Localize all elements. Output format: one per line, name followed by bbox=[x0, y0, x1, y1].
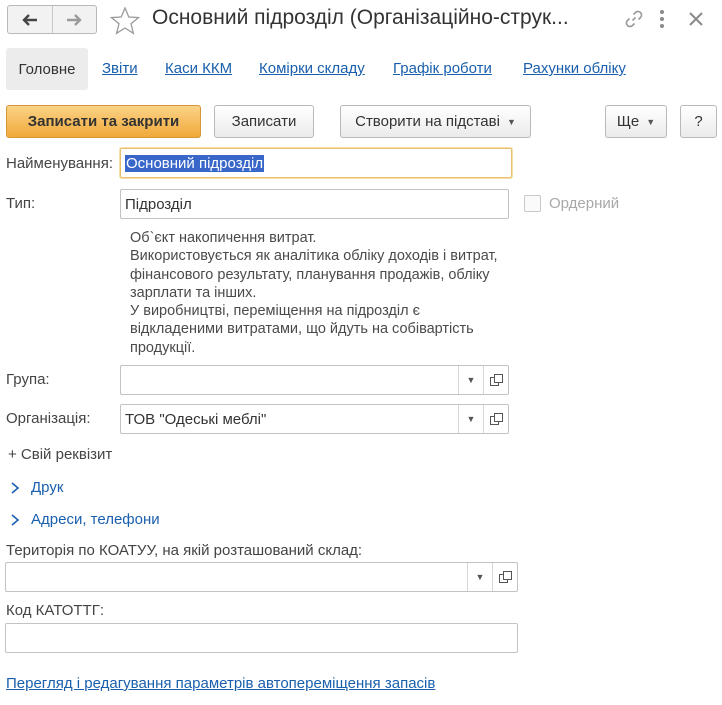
save-label: Записати bbox=[231, 113, 297, 130]
more-button[interactable]: Ще ▼ bbox=[605, 105, 667, 138]
favorite-button[interactable] bbox=[109, 6, 141, 39]
create-based-on-button[interactable]: Створити на підставі ▼ bbox=[340, 105, 531, 138]
open-window-icon bbox=[498, 570, 512, 583]
help-button[interactable]: ? bbox=[680, 105, 717, 138]
back-button[interactable] bbox=[8, 6, 52, 33]
print-section-label: Друк bbox=[31, 479, 64, 496]
arrow-right-icon bbox=[67, 13, 82, 26]
more-label: Ще bbox=[616, 113, 640, 130]
type-label: Тип: bbox=[6, 195, 36, 212]
close-icon bbox=[689, 12, 703, 26]
arrow-left-icon bbox=[22, 13, 37, 26]
addresses-section-toggle[interactable]: Адреси, телефони bbox=[10, 511, 160, 528]
more-vertical-button[interactable] bbox=[657, 8, 667, 33]
chevron-down-icon: ▼ bbox=[646, 116, 656, 127]
chevron-down-icon: ▼ bbox=[466, 414, 476, 424]
chevron-right-icon bbox=[11, 481, 20, 494]
koatuu-field[interactable]: ▼ bbox=[5, 562, 518, 592]
save-and-close-label: Записати та закрити bbox=[27, 113, 180, 130]
forward-button[interactable] bbox=[51, 6, 97, 33]
organization-open-button[interactable] bbox=[483, 405, 508, 433]
chevron-down-icon: ▼ bbox=[506, 116, 516, 127]
orderly-label: Ордерний bbox=[549, 195, 620, 212]
tab-accounting-accounts[interactable]: Рахунки обліку bbox=[523, 60, 626, 77]
chevron-down-icon: ▼ bbox=[466, 375, 476, 385]
star-icon bbox=[109, 6, 141, 35]
katottg-field[interactable] bbox=[5, 623, 518, 653]
organization-field[interactable]: ТОВ "Одеські меблі" ▼ bbox=[120, 404, 509, 434]
koatuu-dropdown-button[interactable]: ▼ bbox=[467, 563, 492, 591]
organization-dropdown-button[interactable]: ▼ bbox=[458, 405, 483, 433]
history-nav bbox=[7, 5, 97, 34]
save-button[interactable]: Записати bbox=[214, 105, 314, 138]
close-button[interactable] bbox=[686, 9, 706, 32]
type-value: Підрозділ bbox=[125, 195, 192, 213]
orderly-checkbox[interactable] bbox=[524, 195, 541, 212]
katottg-label: Код КАТОТТГ: bbox=[6, 602, 105, 619]
type-field[interactable]: Підрозділ bbox=[120, 189, 509, 219]
tab-main[interactable]: Головне bbox=[6, 48, 88, 90]
group-field[interactable]: ▼ bbox=[120, 365, 509, 395]
name-label: Найменування: bbox=[6, 155, 113, 172]
chevron-down-icon: ▼ bbox=[475, 572, 485, 582]
open-window-icon bbox=[489, 412, 503, 425]
more-vertical-icon bbox=[660, 10, 664, 28]
group-dropdown-button[interactable]: ▼ bbox=[458, 366, 483, 394]
add-custom-attribute-button[interactable]: + Свій реквізит bbox=[8, 446, 112, 463]
organization-label: Організація: bbox=[6, 410, 91, 427]
tab-reports[interactable]: Звіти bbox=[102, 60, 138, 77]
link-button[interactable] bbox=[624, 9, 644, 32]
tab-work-schedule[interactable]: Графік роботи bbox=[393, 60, 492, 77]
koatuu-label: Територія по КОАТУУ, на якій розташовани… bbox=[6, 542, 363, 559]
auto-move-settings-link[interactable]: Перегляд і редагування параметрів автопе… bbox=[6, 675, 435, 692]
group-open-button[interactable] bbox=[483, 366, 508, 394]
link-icon bbox=[625, 10, 643, 28]
koatuu-open-button[interactable] bbox=[492, 563, 517, 591]
window-title: Основний підрозділ (Організаційно-струк.… bbox=[152, 6, 569, 29]
tab-cash-registers[interactable]: Каси ККМ bbox=[165, 60, 232, 77]
print-section-toggle[interactable]: Друк bbox=[10, 479, 63, 496]
tab-storage-cells[interactable]: Комірки складу bbox=[259, 60, 365, 77]
save-and-close-button[interactable]: Записати та закрити bbox=[6, 105, 201, 138]
group-label: Група: bbox=[6, 371, 50, 388]
name-value: Основний підрозділ bbox=[125, 154, 265, 172]
organization-value: ТОВ "Одеські меблі" bbox=[125, 410, 267, 428]
help-label: ? bbox=[694, 113, 703, 130]
chevron-right-icon bbox=[11, 513, 20, 526]
open-window-icon bbox=[489, 373, 503, 386]
addresses-section-label: Адреси, телефони bbox=[31, 511, 160, 528]
type-description: Об`єкт накопичення витрат. Використовуєт… bbox=[130, 230, 498, 356]
create-based-on-label: Створити на підставі bbox=[355, 113, 500, 130]
name-field[interactable]: Основний підрозділ bbox=[120, 148, 512, 178]
